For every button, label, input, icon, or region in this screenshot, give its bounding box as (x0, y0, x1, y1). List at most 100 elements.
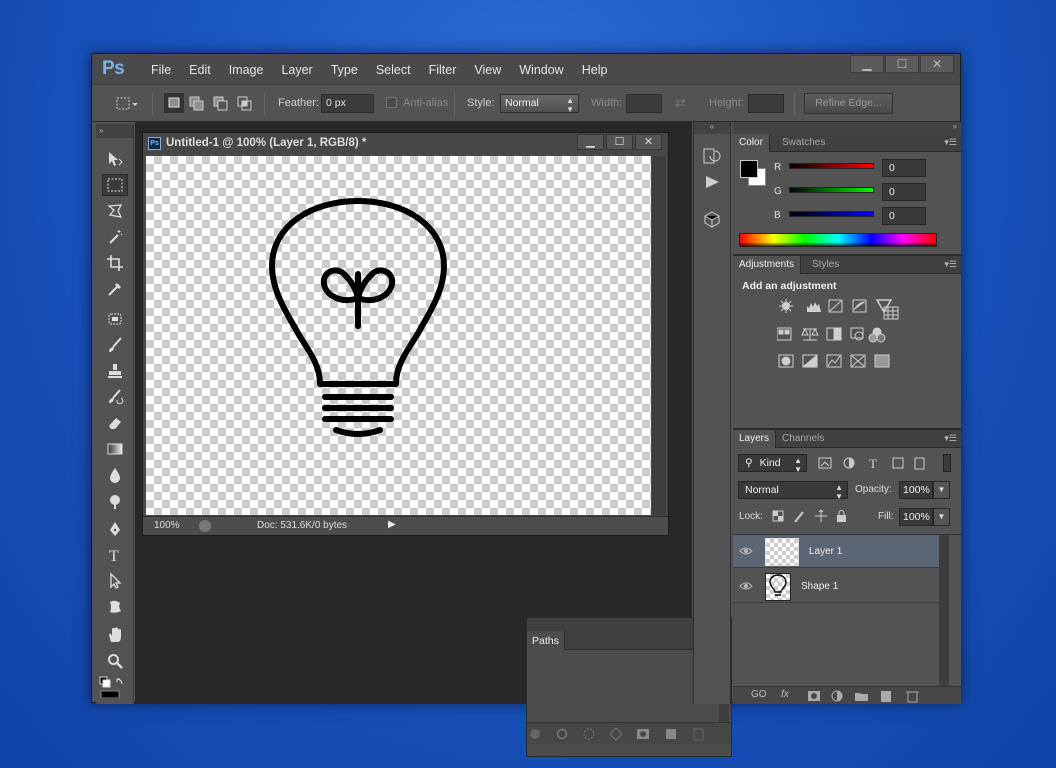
blue-slider[interactable] (789, 211, 874, 217)
tab-color[interactable]: Color (733, 134, 770, 152)
panel-menu-icon[interactable]: ▾☰ (944, 137, 957, 148)
layer-name[interactable]: Shape 1 (801, 581, 838, 592)
red-slider[interactable] (789, 163, 874, 169)
actions-panel-icon[interactable] (703, 174, 721, 193)
color-swatches-mini-icon[interactable] (98, 676, 128, 698)
move-tool-icon[interactable] (102, 148, 128, 170)
panel-menu-icon[interactable]: ▾☰ (944, 433, 957, 444)
feather-input[interactable]: 0 px (321, 94, 374, 113)
tab-layers[interactable]: Layers (733, 430, 777, 448)
menu-file[interactable]: File (142, 63, 180, 77)
blend-mode-dropdown[interactable]: Normal ▲ ▼ (738, 481, 848, 501)
antialias-checkbox[interactable] (386, 97, 397, 108)
visibility-eye-icon[interactable] (739, 545, 753, 557)
channel-mixer-icon[interactable] (883, 306, 899, 320)
clone-stamp-tool-icon[interactable] (102, 360, 128, 382)
history-panel-icon[interactable] (702, 148, 722, 166)
maximize-button[interactable]: ☐ (885, 55, 919, 73)
eraser-tool-icon[interactable] (102, 412, 128, 434)
crop-tool-icon[interactable] (102, 252, 128, 274)
blue-value-input[interactable]: 0 (882, 207, 926, 225)
3d-panel-icon[interactable] (702, 210, 722, 233)
panel-menu-icon[interactable]: ▾☰ (944, 259, 957, 270)
menu-layer[interactable]: Layer (272, 63, 321, 77)
foreground-color-swatch[interactable] (740, 160, 758, 178)
zoom-tool-icon[interactable] (102, 650, 128, 672)
icon-dock-header[interactable]: « (694, 122, 730, 134)
link-layers-icon[interactable]: GO (751, 689, 767, 700)
layer-thumbnail (765, 538, 799, 566)
menu-window[interactable]: Window (510, 63, 572, 77)
brush-tool-icon[interactable] (102, 334, 128, 356)
pen-tool-icon[interactable] (102, 518, 128, 540)
status-menu-arrow-icon[interactable]: ▶ (388, 519, 396, 530)
green-value-input[interactable]: 0 (882, 183, 926, 201)
fx-icon[interactable]: fx (781, 689, 789, 700)
hand-tool-icon[interactable] (102, 624, 128, 646)
red-value-input[interactable]: 0 (882, 159, 926, 177)
dodge-tool-icon[interactable] (102, 490, 128, 512)
opacity-input[interactable]: 100% (899, 481, 933, 499)
tab-styles[interactable]: Styles (806, 256, 845, 274)
opacity-dropdown-icon[interactable]: ▼ (933, 481, 950, 499)
magic-wand-tool-icon[interactable] (102, 226, 128, 248)
canvas-scrollbar[interactable] (652, 156, 666, 515)
document-minimize-button[interactable]: ▁ (577, 134, 604, 150)
kind-filter-dropdown[interactable]: ⚲ Kind ▲ ▼ (738, 454, 807, 474)
history-brush-tool-icon[interactable] (102, 386, 128, 408)
minimize-button[interactable]: ▁ (850, 55, 884, 73)
document-maximize-button[interactable]: ☐ (606, 134, 633, 150)
layer-name[interactable]: Layer 1 (809, 546, 842, 557)
menu-image[interactable]: Image (220, 63, 273, 77)
menu-edit[interactable]: Edit (180, 63, 220, 77)
menu-help[interactable]: Help (573, 63, 617, 77)
tab-swatches[interactable]: Swatches (776, 134, 831, 152)
style-dropdown[interactable]: Normal ▲ ▼ (500, 94, 579, 114)
document-titlebar[interactable]: Ps Untitled-1 @ 100% (Layer 1, RGB/8) * … (143, 133, 668, 155)
width-input[interactable] (626, 94, 662, 113)
lasso-tool-icon[interactable] (102, 200, 128, 222)
menu-type[interactable]: Type (322, 63, 367, 77)
adjustment-icons-grid[interactable] (777, 298, 897, 428)
add-to-selection-icon[interactable] (188, 95, 206, 116)
subtract-from-selection-icon[interactable] (212, 95, 230, 116)
blur-tool-icon[interactable] (102, 464, 128, 486)
spot-healing-tool-icon[interactable] (102, 308, 128, 330)
color-spectrum-bar[interactable] (739, 233, 937, 247)
layer-row[interactable]: Layer 1 (733, 535, 939, 568)
right-dock-header[interactable]: » (733, 122, 961, 134)
new-selection-icon[interactable] (164, 93, 184, 116)
document-close-button[interactable]: ✕ (635, 134, 662, 150)
gradient-tool-icon[interactable] (102, 438, 128, 460)
layers-scrollbar[interactable] (939, 535, 949, 687)
fill-input[interactable]: 100% (899, 508, 933, 526)
status-info-icon[interactable] (199, 520, 211, 532)
shape-tool-icon[interactable] (102, 596, 128, 618)
layers-footer-icons[interactable] (807, 690, 957, 703)
canvas[interactable] (146, 156, 651, 515)
visibility-eye-icon[interactable] (739, 580, 753, 592)
lock-icons[interactable] (771, 508, 851, 524)
tab-paths[interactable]: Paths (527, 631, 565, 650)
menu-select[interactable]: Select (367, 63, 420, 77)
height-input[interactable] (748, 94, 784, 113)
menu-filter[interactable]: Filter (420, 63, 466, 77)
close-button[interactable]: ✕ (920, 55, 954, 73)
intersect-selection-icon[interactable] (236, 95, 254, 116)
layer-filter-icons[interactable]: T (817, 455, 937, 471)
marquee-tool-icon[interactable] (102, 174, 128, 196)
eyedropper-tool-icon[interactable] (102, 278, 128, 300)
zoom-level[interactable]: 100% (154, 520, 180, 531)
refine-edge-button[interactable]: Refine Edge... (804, 93, 893, 114)
filter-toggle[interactable] (943, 454, 951, 472)
fill-dropdown-icon[interactable]: ▼ (933, 508, 950, 526)
swap-dimensions-icon[interactable]: ⇄ (675, 95, 686, 111)
menu-view[interactable]: View (465, 63, 510, 77)
type-tool-icon[interactable]: T (102, 544, 128, 566)
layer-row[interactable]: Shape 1 (733, 570, 939, 603)
green-slider[interactable] (789, 187, 874, 193)
tab-adjustments[interactable]: Adjustments (733, 256, 802, 274)
marquee-preset-icon[interactable] (116, 97, 138, 114)
tab-channels[interactable]: Channels (776, 430, 830, 448)
path-selection-tool-icon[interactable] (102, 570, 128, 592)
